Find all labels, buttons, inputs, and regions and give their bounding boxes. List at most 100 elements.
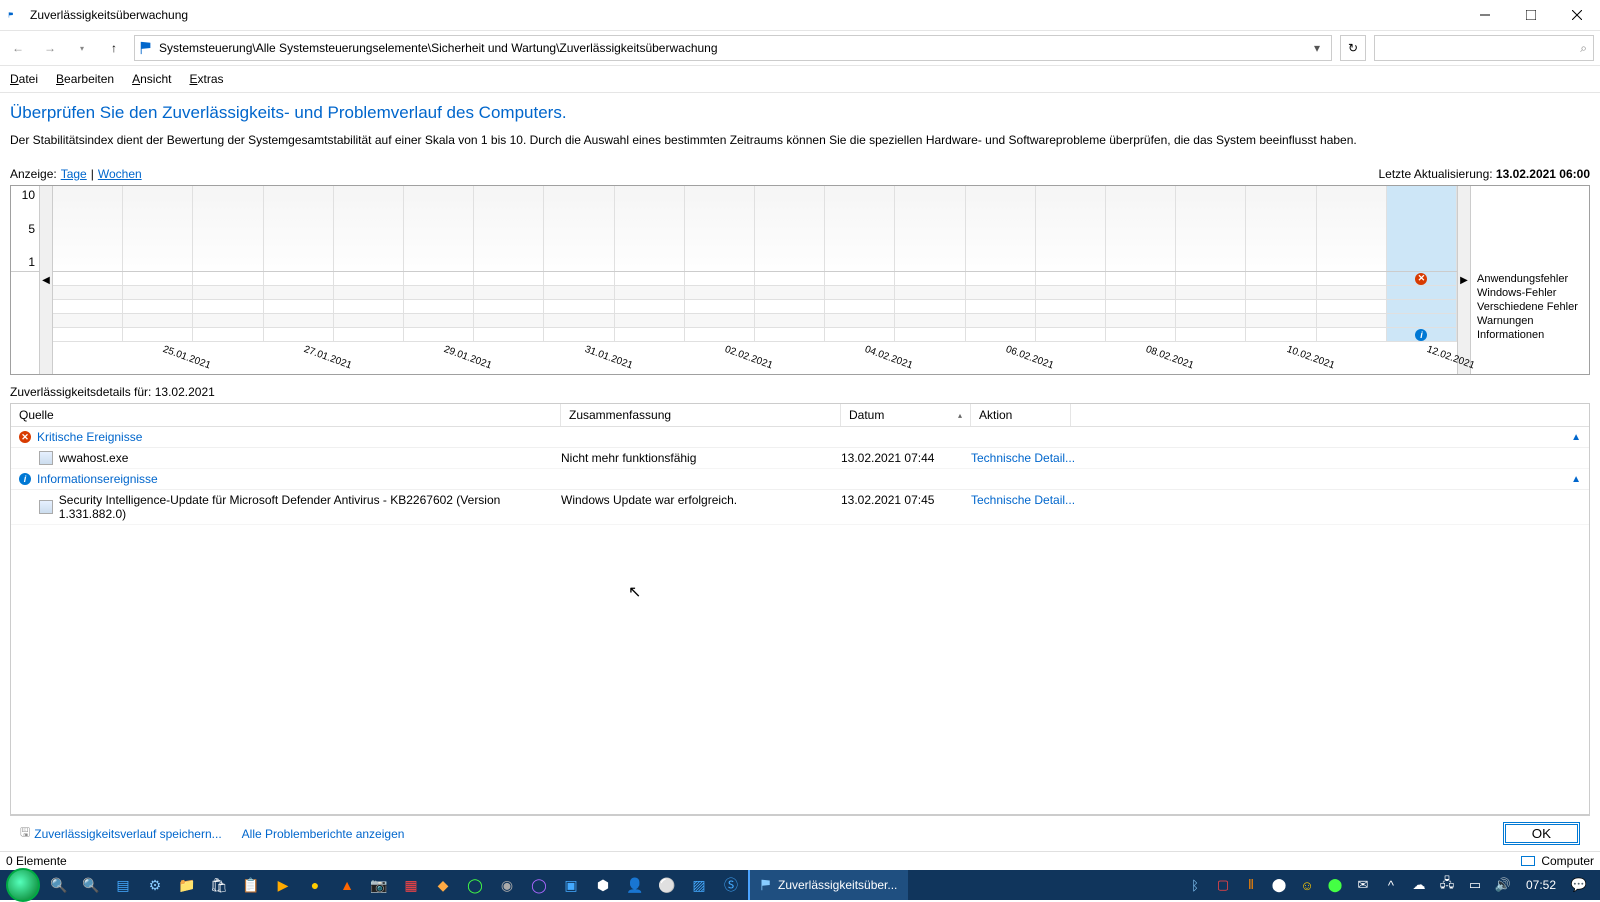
search-icon: ⌕	[1580, 41, 1587, 56]
status-bar: 0 Elemente Computer	[0, 851, 1600, 870]
menu-edit[interactable]: Bearbeiten	[56, 72, 114, 86]
taskbar-app-12[interactable]: 👤	[620, 870, 650, 900]
taskbar-app-1[interactable]: ▤	[108, 870, 138, 900]
tray-app-4[interactable]: ☺	[1296, 870, 1318, 900]
taskbar-store-icon[interactable]: 🛍	[204, 870, 234, 900]
table-body: ✕Kritische Ereignisse▲wwahost.exeNicht m…	[11, 427, 1589, 814]
col-action[interactable]: Aktion	[971, 404, 1071, 426]
view-reports-link[interactable]: Alle Problemberichte anzeigen	[242, 827, 405, 841]
tray-network-icon[interactable]: 🖧	[1436, 870, 1458, 900]
app-flag-icon	[8, 8, 22, 22]
save-history-link[interactable]: Zuverlässigkeitsverlauf speichern...	[34, 827, 221, 841]
taskbar: 🔍 🔍 ▤ ⚙ 📁 🛍 📋 ▶ ● ▲ 📷 ▦ ◆ ◯ ◉ ◯ ▣ ⬢ 👤 ⚪ …	[0, 870, 1600, 900]
refresh-button[interactable]: ↻	[1340, 35, 1366, 61]
taskbar-vlc-icon[interactable]: ▲	[332, 870, 362, 900]
save-icon: 🖫	[20, 823, 30, 844]
taskbar-explorer-icon[interactable]: 📁	[172, 870, 202, 900]
ok-button[interactable]: OK	[1503, 822, 1580, 845]
chart-scroll-left[interactable]: ◀	[39, 186, 53, 374]
taskbar-app-7[interactable]: ◯	[460, 870, 490, 900]
title-bar: Zuverlässigkeitsüberwachung	[0, 0, 1600, 30]
taskbar-app-9[interactable]: ◯	[524, 870, 554, 900]
system-tray: ᛒ ▢ ⦀ ⬤ ☺ ⬤ ✉ ^ ☁ 🖧 ▭ 🔊 07:52 💬	[1184, 870, 1596, 900]
chart-grid[interactable]: ✕i25.01.202127.01.202129.01.202131.01.20…	[53, 186, 1457, 374]
breadcrumb-flag-icon	[139, 41, 153, 55]
taskbar-app-6[interactable]: ◆	[428, 870, 458, 900]
taskbar-app-4[interactable]: ●	[300, 870, 330, 900]
menu-bar: Datei Bearbeiten Ansicht Extras	[0, 66, 1600, 93]
tray-onedrive-icon[interactable]: ☁	[1408, 870, 1430, 900]
error-marker-icon: ✕	[1415, 273, 1427, 285]
technical-details-link[interactable]: Technische Detail...	[971, 451, 1075, 465]
col-summary[interactable]: Zusammenfassung	[561, 404, 841, 426]
taskbar-app-3[interactable]: 📋	[236, 870, 266, 900]
details-header: Zuverlässigkeitsdetails für: 13.02.2021	[10, 385, 1590, 399]
breadcrumb-dropdown-icon[interactable]: ▾	[1307, 41, 1327, 55]
error-icon: ✕	[19, 431, 31, 443]
tray-notifications-icon[interactable]: 💬	[1568, 870, 1590, 900]
tray-app-2[interactable]: ⦀	[1240, 870, 1262, 900]
info-icon: i	[19, 473, 31, 485]
menu-file[interactable]: Datei	[10, 72, 38, 86]
forward-button[interactable]: →	[38, 36, 62, 60]
app-icon	[39, 500, 53, 514]
taskbar-app-5[interactable]: ▦	[396, 870, 426, 900]
y-axis: 10 5 1	[11, 186, 39, 374]
col-source[interactable]: Quelle	[11, 404, 561, 426]
table-row[interactable]: wwahost.exeNicht mehr funktionsfähig13.0…	[11, 448, 1589, 469]
group-title: Informationsereignisse	[37, 472, 158, 486]
taskbar-app-11[interactable]: ⬢	[588, 870, 618, 900]
taskbar-app-13[interactable]: ⚪	[652, 870, 682, 900]
tray-clock[interactable]: 07:52	[1520, 878, 1562, 892]
taskbar-app-10[interactable]: ▣	[556, 870, 586, 900]
menu-view[interactable]: Ansicht	[132, 72, 171, 86]
computer-icon	[1521, 856, 1535, 866]
search-input[interactable]: ⌕	[1374, 35, 1594, 61]
group-header[interactable]: i Informationsereignisse ▲	[11, 469, 1589, 490]
taskbar-active-window[interactable]: Zuverlässigkeitsüber...	[748, 870, 908, 900]
maximize-button[interactable]	[1508, 0, 1554, 30]
taskbar-app-14[interactable]: ▨	[684, 870, 714, 900]
content-area: Überprüfen Sie den Zuverlässigkeits- und…	[0, 93, 1600, 851]
chart-scroll-right[interactable]: ▶	[1457, 186, 1471, 374]
up-button[interactable]: ↑	[102, 36, 126, 60]
start-button[interactable]	[6, 868, 40, 902]
status-items: 0 Elemente	[6, 854, 67, 868]
tray-chevron-up-icon[interactable]: ^	[1380, 870, 1402, 900]
minimize-button[interactable]	[1462, 0, 1508, 30]
last-update-value: 13.02.2021 06:00	[1496, 167, 1590, 181]
menu-extras[interactable]: Extras	[189, 72, 223, 86]
tray-bluetooth-icon[interactable]: ᛒ	[1184, 870, 1206, 900]
page-description: Der Stabilitätsindex dient der Bewertung…	[10, 133, 1590, 147]
taskbar-search-icon[interactable]: 🔍	[44, 870, 74, 900]
tray-battery-icon[interactable]: ▭	[1464, 870, 1486, 900]
breadcrumb[interactable]: Systemsteuerung\Alle Systemsteuerungsele…	[134, 35, 1332, 61]
table-row[interactable]: Security Intelligence-Update für Microso…	[11, 490, 1589, 525]
technical-details-link[interactable]: Technische Detail...	[971, 493, 1075, 507]
recent-dropdown-icon[interactable]: ▾	[70, 36, 94, 60]
col-date[interactable]: Datum▴	[841, 404, 971, 426]
taskbar-everything-icon[interactable]: 🔍	[76, 870, 106, 900]
tray-app-1[interactable]: ▢	[1212, 870, 1234, 900]
tray-mail-icon[interactable]: ✉	[1352, 870, 1374, 900]
sort-asc-icon: ▴	[958, 411, 962, 420]
collapse-icon[interactable]: ▲	[1571, 474, 1581, 485]
nav-bar: ← → ▾ ↑ Systemsteuerung\Alle Systemsteue…	[0, 30, 1600, 66]
view-toggle-row: Anzeige: Tage | Wochen Letzte Aktualisie…	[10, 167, 1590, 181]
view-weeks-link[interactable]: Wochen	[98, 167, 142, 181]
app-icon	[39, 451, 53, 465]
tray-app-5[interactable]: ⬤	[1324, 870, 1346, 900]
taskbar-media-icon[interactable]: ▶	[268, 870, 298, 900]
taskbar-camera-icon[interactable]: 📷	[364, 870, 394, 900]
group-header[interactable]: ✕Kritische Ereignisse▲	[11, 427, 1589, 448]
taskbar-skype-icon[interactable]: Ⓢ	[716, 870, 746, 900]
taskbar-app-8[interactable]: ◉	[492, 870, 522, 900]
collapse-icon[interactable]: ▲	[1571, 432, 1581, 443]
view-days-link[interactable]: Tage	[61, 167, 87, 181]
close-button[interactable]	[1554, 0, 1600, 30]
window-title: Zuverlässigkeitsüberwachung	[30, 8, 188, 22]
taskbar-app-2[interactable]: ⚙	[140, 870, 170, 900]
back-button[interactable]: ←	[6, 36, 30, 60]
tray-app-3[interactable]: ⬤	[1268, 870, 1290, 900]
tray-volume-icon[interactable]: 🔊	[1492, 870, 1514, 900]
